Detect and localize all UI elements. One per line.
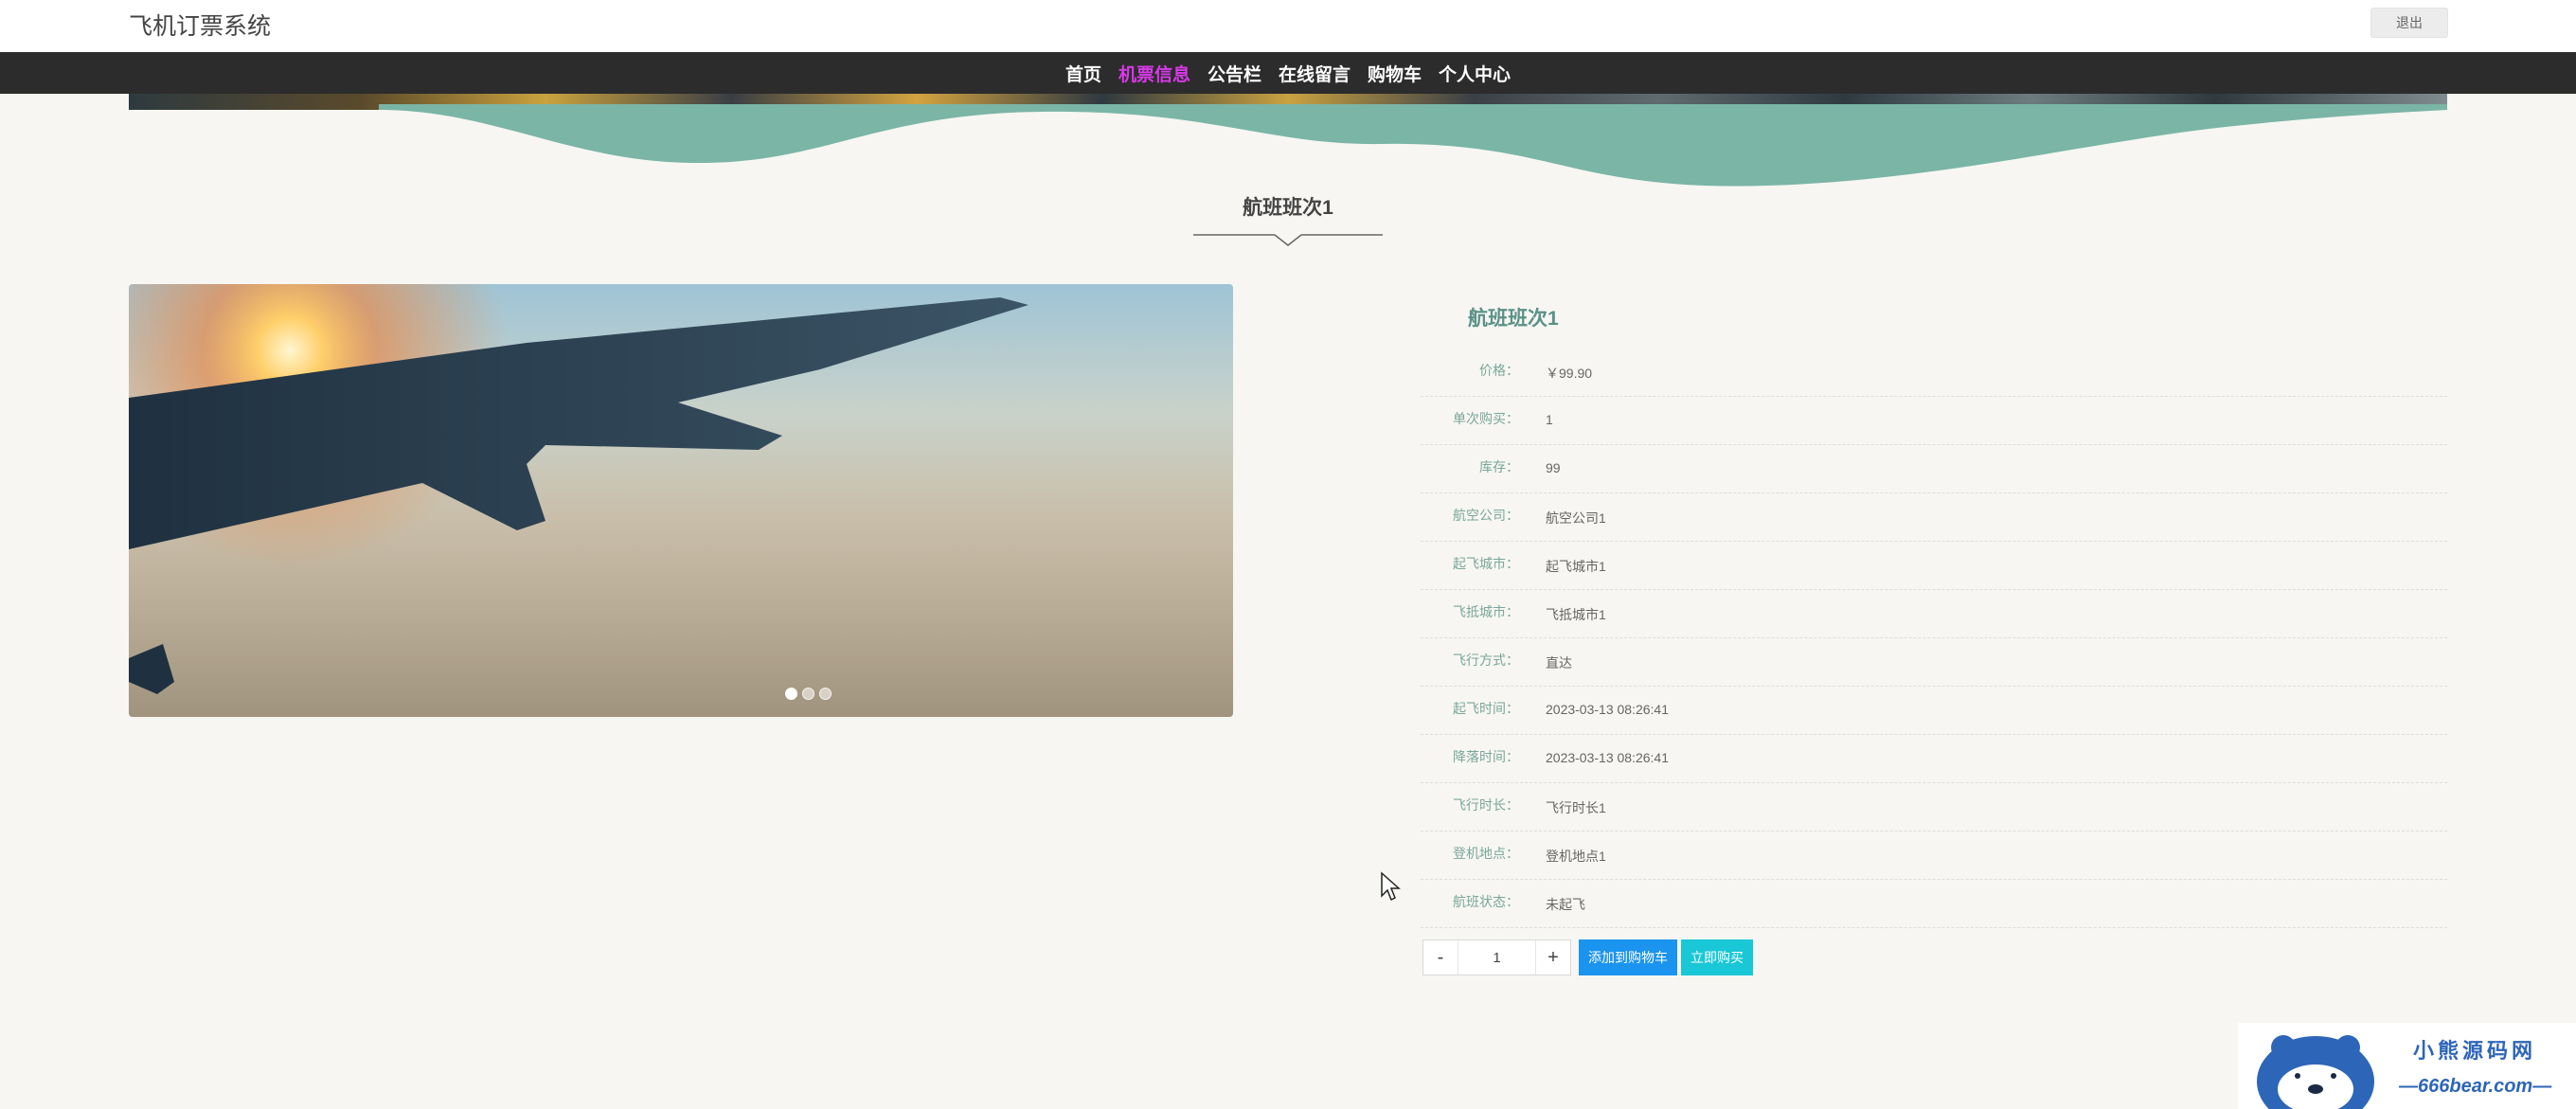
- info-label: 飞行时长：: [1453, 797, 1519, 813]
- watermark: 小熊源码网 —666bear.com—: [2238, 1023, 2576, 1109]
- title-divider: [1193, 234, 1383, 246]
- top-header: 飞机订票系统 退出: [0, 0, 2576, 52]
- info-row-arrival-city: 飞抵城市： 飞抵城市1: [1421, 589, 2447, 638]
- info-label: 起飞城市：: [1453, 556, 1519, 571]
- logout-button[interactable]: 退出: [2370, 8, 2448, 38]
- info-row-flight-duration: 飞行时长： 飞行时长1: [1421, 782, 2447, 832]
- info-value: 99: [1546, 460, 1561, 475]
- info-row-landing-time: 降落时间： 2023-03-13 08:26:41: [1421, 734, 2447, 783]
- carousel-dot[interactable]: [802, 688, 814, 700]
- info-label: 航班状态：: [1453, 894, 1519, 909]
- info-row-price: 价格： ￥99.90: [1421, 348, 2447, 397]
- watermark-url: —666bear.com—: [2399, 1076, 2552, 1097]
- info-value: 飞行时长1: [1546, 800, 1606, 815]
- watermark-name: 小熊源码网: [2413, 1039, 2537, 1063]
- info-row-boarding-location: 登机地点： 登机地点1: [1421, 831, 2447, 880]
- info-label: 降落时间：: [1453, 749, 1519, 764]
- nav-item-cart[interactable]: 购物车: [1368, 61, 1422, 86]
- info-value: 飞抵城市1: [1546, 607, 1606, 622]
- page-title: 航班班次1: [1243, 197, 1333, 219]
- info-label: 航空公司：: [1453, 508, 1519, 523]
- info-label: 价格：: [1479, 363, 1519, 378]
- add-to-cart-button[interactable]: 添加到购物车: [1579, 939, 1677, 975]
- nav-item-announcements[interactable]: 公告栏: [1208, 61, 1261, 86]
- info-row-stock: 库存： 99: [1421, 444, 2447, 493]
- nav-item-home[interactable]: 首页: [1065, 61, 1101, 86]
- decorative-wave: [379, 104, 2447, 187]
- info-value: 1: [1546, 412, 1553, 427]
- carousel-dot[interactable]: [819, 688, 832, 700]
- nav-item-messages[interactable]: 在线留言: [1279, 61, 1351, 86]
- mouse-cursor-icon: [1381, 871, 1401, 902]
- info-row-departure-time: 起飞时间： 2023-03-13 08:26:41: [1421, 686, 2447, 735]
- main-nav: 首页 机票信息 公告栏 在线留言 购物车 个人中心: [0, 52, 2576, 94]
- site-title: 飞机订票系统: [129, 13, 272, 40]
- info-value: 航空公司1: [1546, 510, 1606, 526]
- info-label: 飞抵城市：: [1453, 604, 1519, 619]
- info-value: 起飞城市1: [1546, 559, 1606, 574]
- buy-now-button[interactable]: 立即购买: [1681, 939, 1753, 975]
- product-name: 航班班次1: [1468, 308, 1559, 330]
- bear-logo-icon: [2257, 1035, 2374, 1109]
- info-value: 2023-03-13 08:26:41: [1546, 750, 1669, 765]
- info-value: ￥99.90: [1546, 366, 1593, 381]
- carousel-dot[interactable]: [785, 688, 797, 700]
- info-label: 单次购买：: [1453, 411, 1519, 426]
- info-value: 2023-03-13 08:26:41: [1546, 702, 1669, 717]
- info-row-single-purchase: 单次购买： 1: [1421, 396, 2447, 445]
- product-carousel[interactable]: [129, 284, 1233, 717]
- info-row-flight-status: 航班状态： 未起飞: [1421, 879, 2447, 928]
- decrease-quantity-button[interactable]: -: [1423, 940, 1458, 975]
- info-row-airline: 航空公司： 航空公司1: [1421, 492, 2447, 542]
- nav-item-flight-info[interactable]: 机票信息: [1118, 61, 1190, 86]
- info-label: 起飞时间：: [1453, 701, 1519, 716]
- carousel-indicators: [785, 688, 832, 700]
- info-label: 飞行方式：: [1453, 653, 1519, 668]
- info-value: 未起飞: [1546, 897, 1585, 912]
- quantity-stepper: - +: [1422, 939, 1571, 975]
- increase-quantity-button[interactable]: +: [1535, 940, 1570, 975]
- airplane-wing-image: [129, 284, 1233, 717]
- nav-item-profile[interactable]: 个人中心: [1439, 61, 1511, 86]
- quantity-input[interactable]: [1458, 940, 1535, 975]
- info-row-departure-city: 起飞城市： 起飞城市1: [1421, 541, 2447, 590]
- info-label: 登机地点：: [1453, 846, 1519, 861]
- info-value: 登机地点1: [1546, 849, 1606, 864]
- info-value: 直达: [1546, 655, 1572, 671]
- info-row-flight-type: 飞行方式： 直达: [1421, 637, 2447, 687]
- info-label: 库存：: [1479, 459, 1519, 474]
